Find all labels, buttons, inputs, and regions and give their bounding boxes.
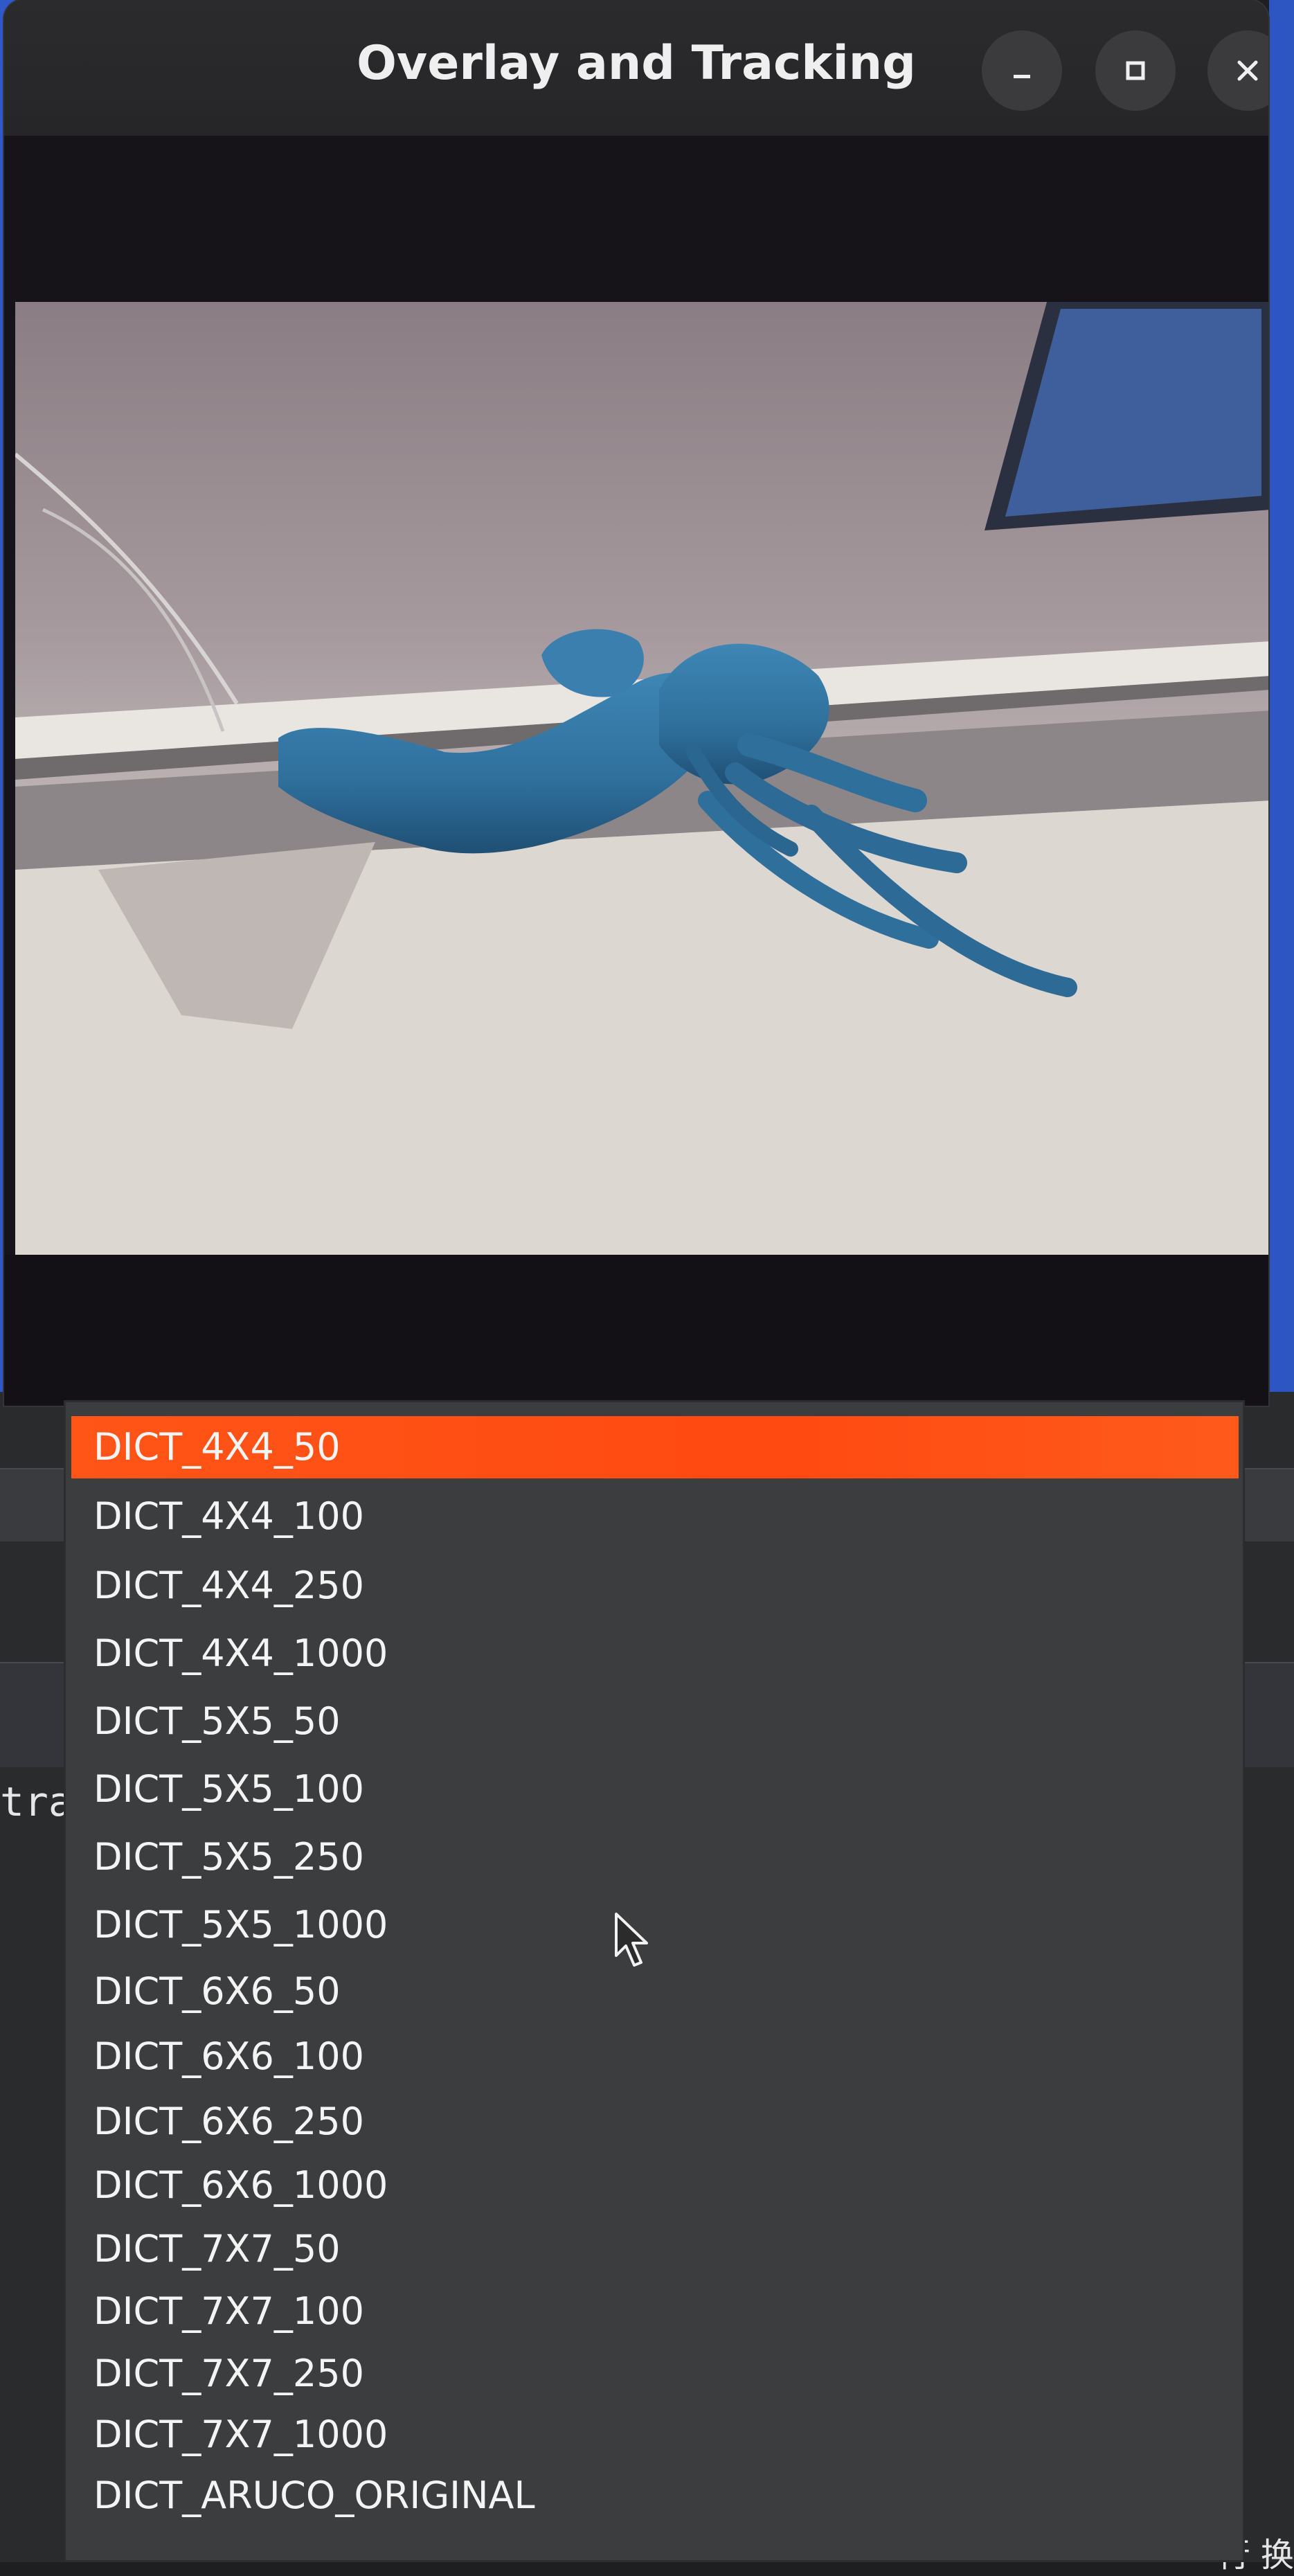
dropdown-option[interactable]: DICT_4X4_1000 [93,1622,388,1685]
dropdown-option[interactable]: DICT_5X5_1000 [93,1894,388,1956]
video-letterbox-bottom [4,1255,1268,1406]
maximize-icon [1126,61,1145,80]
dropdown-option[interactable]: DICT_7X7_100 [93,2280,364,2343]
maximize-button[interactable] [1095,30,1176,111]
dropdown-option[interactable]: DICT_4X4_250 [93,1555,364,1617]
dropdown-option[interactable]: DICT_ARUCO_ORIGINAL [93,2465,535,2527]
dropdown-option[interactable]: DICT_5X5_250 [93,1826,364,1888]
dropdown-option[interactable]: DICT_5X5_50 [93,1690,341,1753]
camera-scene-graphic [15,302,1268,1258]
desktop-background-right [1269,0,1294,1399]
title-bar[interactable]: Overlay and Tracking [4,0,1268,136]
dropdown-option[interactable]: DICT_4X4_100 [93,1485,364,1548]
dropdown-option[interactable]: DICT_6X6_250 [93,2091,364,2153]
dropdown-option[interactable]: DICT_5X5_100 [93,1758,364,1821]
close-icon [1237,60,1258,81]
window-title: Overlay and Tracking [357,36,916,91]
dropdown-option[interactable]: DICT_7X7_50 [93,2218,341,2280]
dropdown-option[interactable]: DICT_6X6_1000 [93,2154,388,2217]
dropdown-option-selected[interactable]: DICT_4X4_50 [71,1416,1239,1478]
video-letterbox-top [4,136,1268,305]
mouse-pointer-icon [615,1913,648,1967]
dropdown-option[interactable]: DICT_7X7_1000 [93,2404,388,2466]
aruco-dictionary-dropdown[interactable]: DICT_4X4_50 DICT_4X4_100 DICT_4X4_250 DI… [64,1400,1245,2562]
overlay-tracking-window: Overlay and Tracking [4,0,1268,1406]
dropdown-option[interactable]: DICT_6X6_50 [93,1960,341,2023]
minimize-icon [1014,75,1030,78]
minimize-button[interactable] [982,30,1062,111]
dropdown-option[interactable]: DICT_6X6_100 [93,2025,364,2088]
dropdown-option[interactable]: DICT_7X7_250 [93,2343,364,2405]
camera-overlay-view [15,302,1268,1258]
